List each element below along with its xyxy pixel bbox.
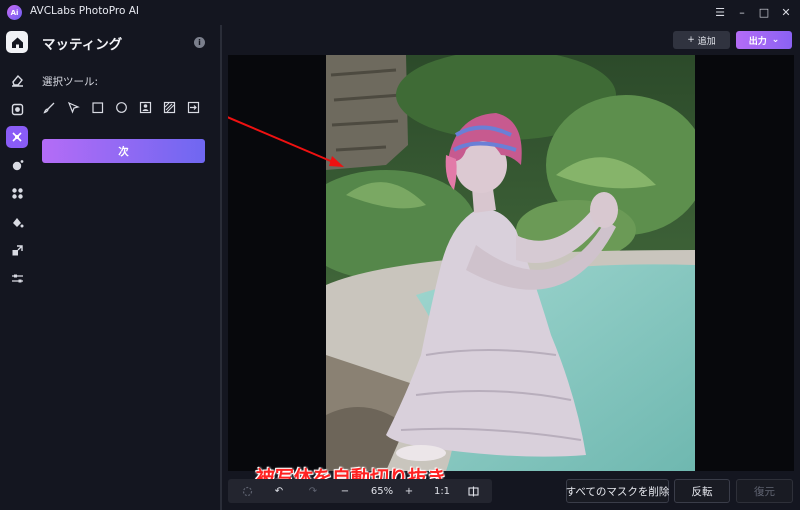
upscale-icon[interactable] — [6, 239, 28, 261]
next-button[interactable]: 次 — [42, 139, 205, 163]
minimize-icon[interactable]: – — [733, 3, 751, 21]
app-logo: Ai — [7, 5, 22, 20]
import-tool-icon[interactable] — [185, 99, 201, 115]
compare-icon[interactable] — [462, 479, 484, 503]
maximize-icon[interactable]: □ — [755, 3, 773, 21]
adjust-icon[interactable] — [6, 267, 28, 289]
matting-icon[interactable] — [6, 126, 28, 148]
image-canvas[interactable]: 被写体を自動切り抜き — [228, 55, 794, 489]
zoom-level: 65% — [370, 485, 394, 497]
clear-masks-button[interactable]: すべてのマスクを削除 — [566, 479, 669, 503]
portrait-tool-icon[interactable] — [137, 99, 153, 115]
ellipse-tool-icon[interactable] — [113, 99, 129, 115]
export-button-label: 出力 — [748, 36, 767, 47]
add-button[interactable]: + 追加 — [673, 31, 730, 49]
invert-button[interactable]: 反転 — [674, 479, 730, 503]
select-tool-icon[interactable] — [65, 99, 81, 115]
chevron-down-icon: ⌄ — [771, 35, 780, 45]
brush-tool-icon[interactable] — [41, 99, 57, 115]
title-bar: Ai AVCLabs PhotoPro AI ☰ – □ ✕ — [0, 0, 800, 25]
colorize-icon[interactable] — [6, 211, 28, 233]
blur-icon[interactable] — [6, 182, 28, 204]
zoom-in-icon[interactable]: + — [398, 479, 420, 503]
canvas-toolbar: ↶ ↷ − 65% + 1:1 — [228, 479, 492, 503]
rectangle-tool-icon[interactable] — [89, 99, 105, 115]
plus-icon: + — [687, 35, 695, 45]
icon-rail — [0, 25, 34, 510]
home-icon[interactable] — [6, 31, 28, 53]
info-icon[interactable]: i — [194, 37, 205, 48]
pattern-tool-icon[interactable] — [161, 99, 177, 115]
annotation-arrow — [228, 116, 344, 167]
eraser-icon[interactable] — [6, 69, 28, 91]
app-title: AVCLabs PhotoPro AI — [30, 5, 140, 17]
zoom-out-icon[interactable]: − — [334, 479, 356, 503]
selection-tools-label: 選択ツール: — [42, 76, 99, 88]
face-animate-icon[interactable] — [6, 154, 28, 176]
panel-title: マッティング — [42, 37, 123, 53]
reset-icon[interactable] — [236, 479, 258, 503]
tool-panel: マッティング i 選択ツール: 次 — [34, 25, 220, 510]
actual-size-button[interactable]: 1:1 — [428, 479, 456, 503]
undo-icon[interactable]: ↶ — [268, 479, 290, 503]
restore-button[interactable]: 復元 — [736, 479, 793, 503]
add-button-label: 追加 — [697, 36, 716, 47]
menu-icon[interactable]: ☰ — [711, 3, 729, 21]
export-button[interactable]: 出力 ⌄ — [736, 31, 792, 49]
main-area: + 追加 出力 ⌄ 被写体を自動切り抜き ↶ ↷ − 65% + 1:1 すべて… — [222, 25, 800, 510]
close-icon[interactable]: ✕ — [777, 3, 795, 21]
redo-icon[interactable]: ↷ — [302, 479, 324, 503]
enhance-icon[interactable] — [6, 98, 28, 120]
